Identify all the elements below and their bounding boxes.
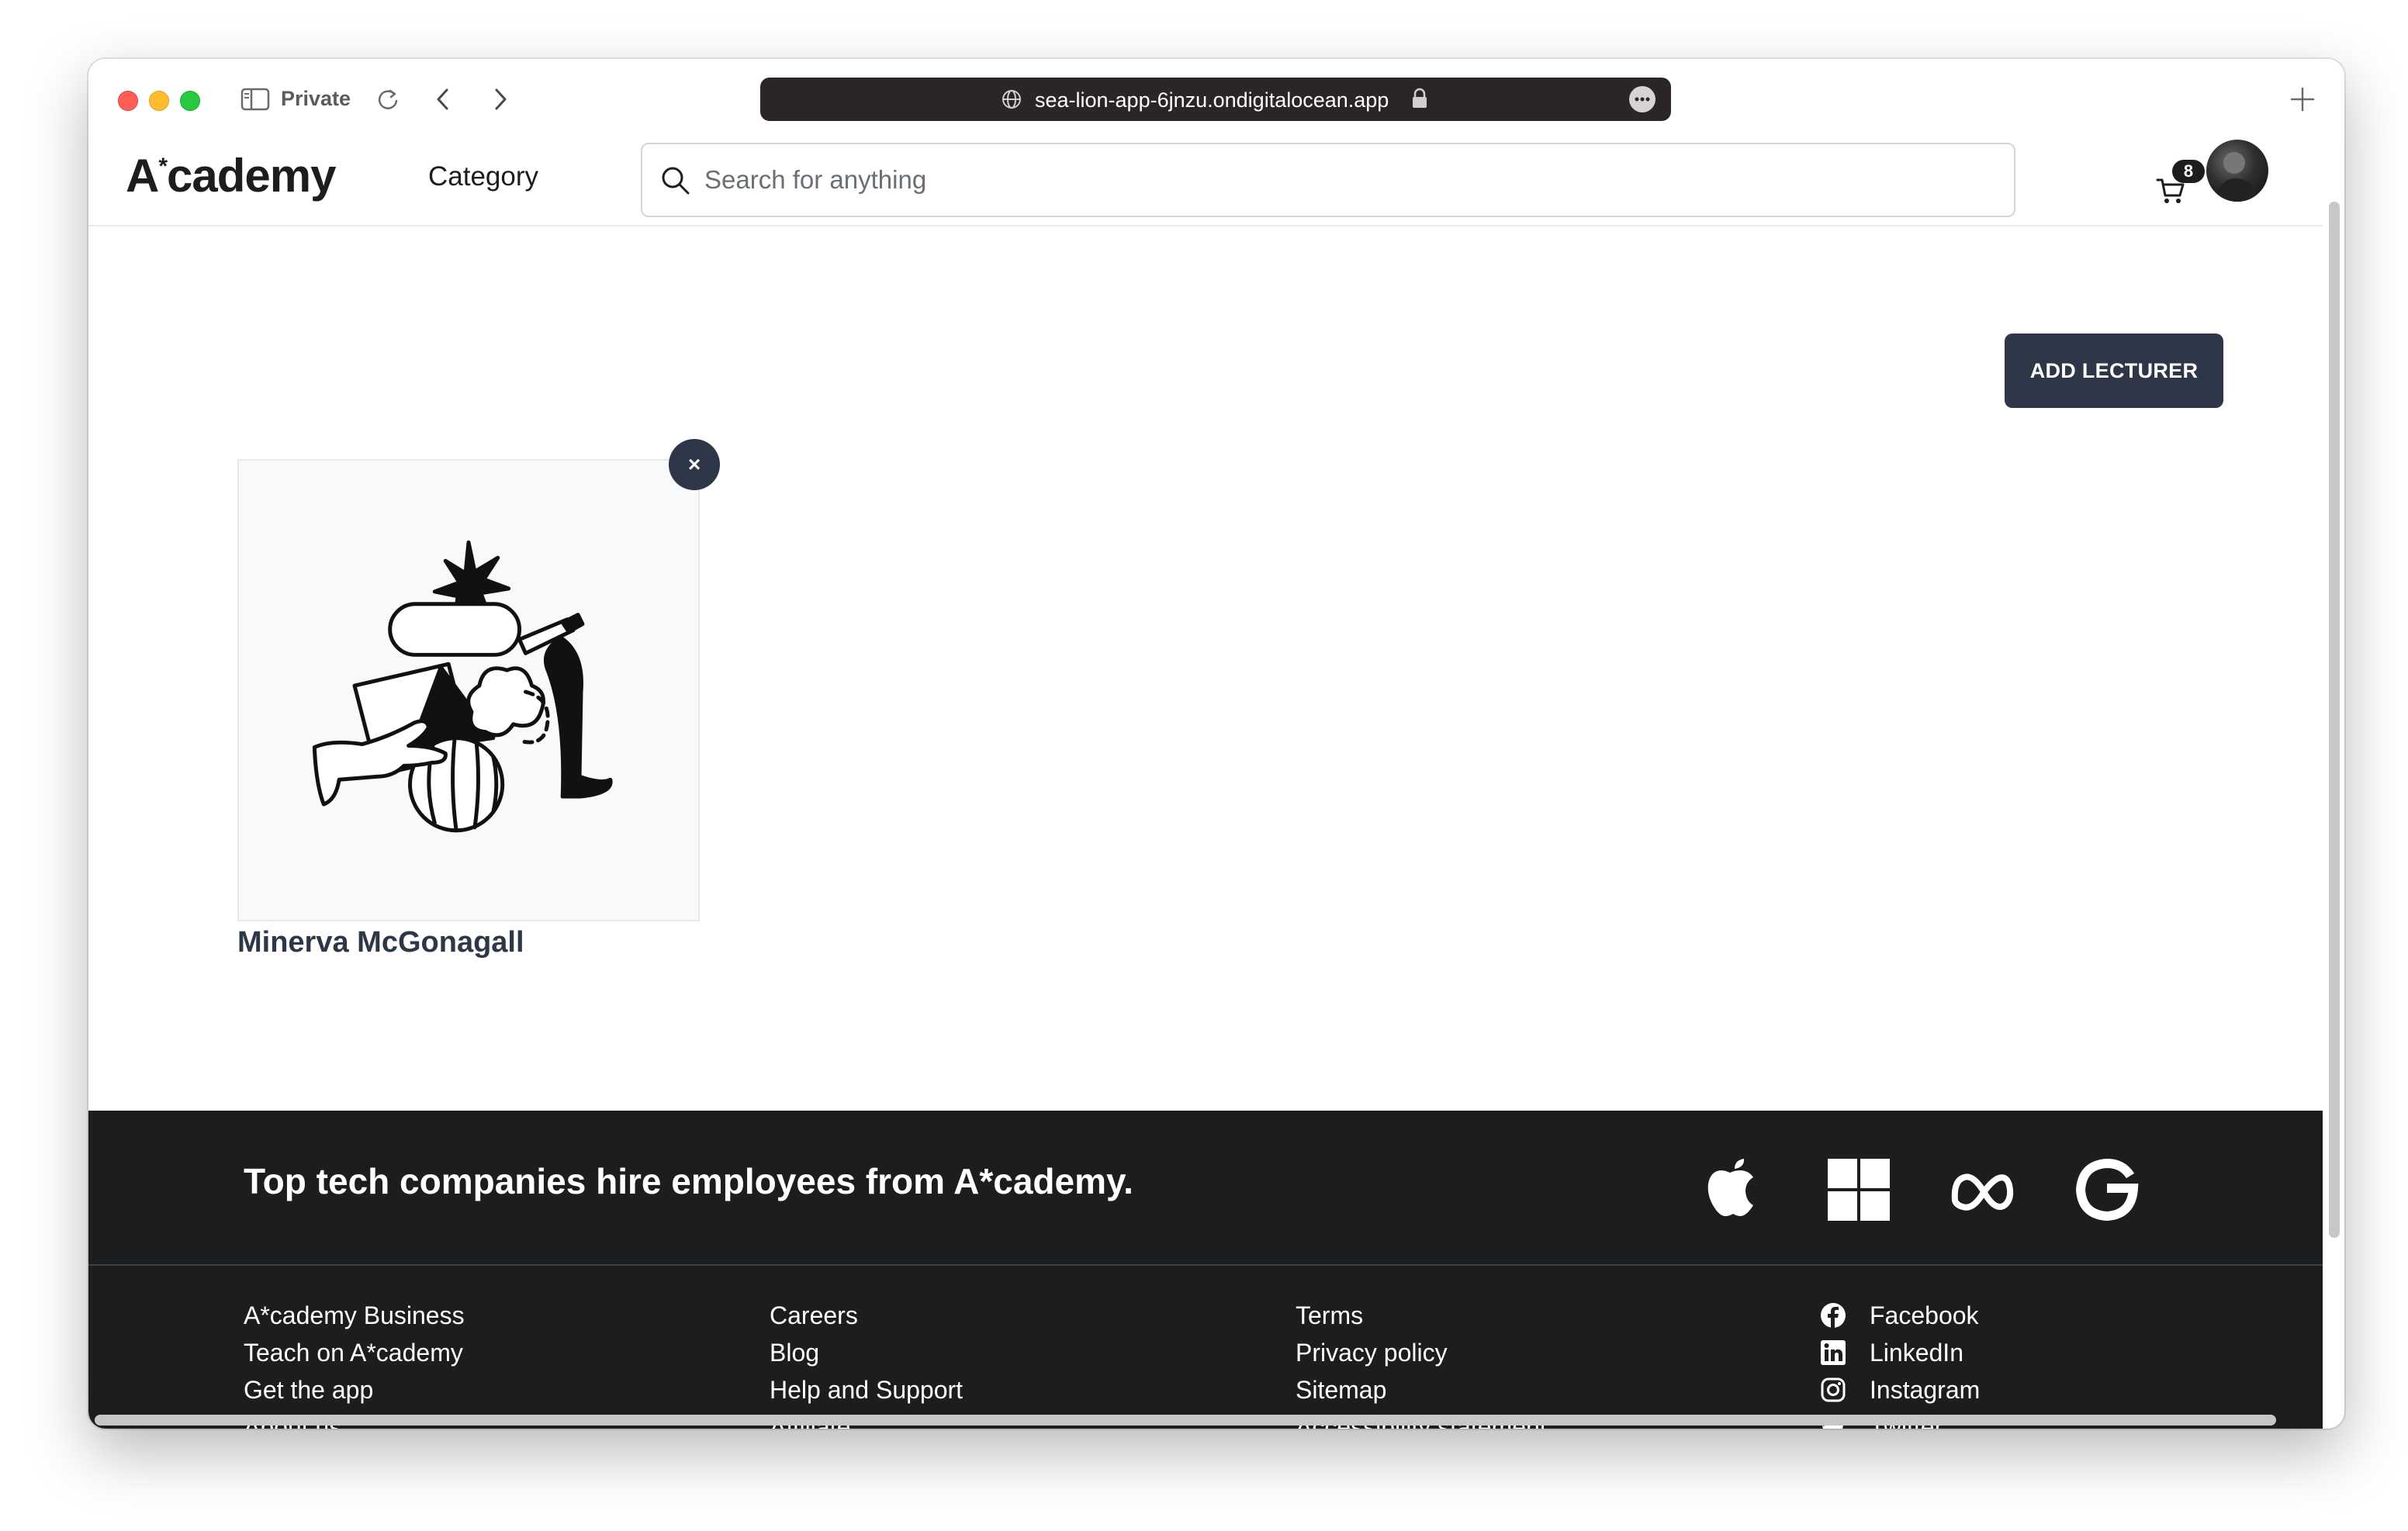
cart-count-badge: 8	[2172, 160, 2205, 183]
user-avatar[interactable]	[2206, 140, 2268, 202]
private-browsing-label: Private	[281, 87, 351, 110]
browser-titlebar: Private sea-lion-app-6jnzu.ondigitalocea…	[88, 59, 2344, 140]
cart-button[interactable]: 8	[2146, 157, 2208, 211]
footer-link[interactable]: Sitemap	[1296, 1371, 1547, 1408]
remove-lecturer-button[interactable]: ×	[669, 439, 720, 490]
add-lecturer-button[interactable]: ADD LECTURER	[2005, 334, 2223, 408]
more-options-icon[interactable]	[1629, 86, 1656, 112]
lecturer-name[interactable]: Minerva McGonagall	[237, 926, 524, 959]
horizontal-scrollbar[interactable]	[95, 1415, 2276, 1426]
vertical-scrollbar[interactable]	[2329, 202, 2340, 1238]
category-menu-link[interactable]: Category	[428, 161, 538, 192]
close-window-button[interactable]	[118, 91, 138, 111]
footer-link[interactable]: Get the app	[244, 1371, 465, 1408]
footer-link[interactable]: Teach on A*cademy	[244, 1334, 465, 1371]
reload-icon[interactable]	[374, 85, 402, 113]
lock-icon	[1413, 88, 1427, 108]
social-link-instagram[interactable]: Instagram	[1820, 1371, 1980, 1408]
footer-column-2: Careers Blog Help and Support Affiliate	[770, 1297, 963, 1429]
microsoft-icon	[1828, 1159, 1890, 1221]
footer-column-1: A*cademy Business Teach on A*cademy Get …	[244, 1297, 465, 1429]
web-page: A*cademy Category 8	[88, 140, 2323, 1429]
footer-link[interactable]: Terms	[1296, 1297, 1547, 1334]
linkedin-icon	[1821, 1340, 1846, 1365]
minimize-window-button[interactable]	[149, 91, 169, 111]
footer-link[interactable]: Help and Support	[770, 1371, 963, 1408]
new-tab-plus-icon[interactable]	[2287, 84, 2318, 115]
footer-link[interactable]: A*cademy Business	[244, 1297, 465, 1334]
footer-headline: Top tech companies hire employees from A…	[244, 1161, 1133, 1201]
search-input[interactable]	[704, 144, 1992, 216]
zoom-window-button[interactable]	[180, 91, 200, 111]
social-link-facebook[interactable]: Facebook	[1820, 1297, 1980, 1334]
site-header: A*cademy Category 8	[88, 140, 2323, 226]
footer-column-3: Terms Privacy policy Sitemap Accessibili…	[1296, 1297, 1547, 1429]
sidebar-toggle-icon[interactable]	[240, 87, 270, 112]
back-arrow-icon[interactable]	[430, 85, 458, 113]
footer-companies-banner: Top tech companies hire employees from A…	[88, 1111, 2323, 1266]
browser-window: Private sea-lion-app-6jnzu.ondigitalocea…	[88, 59, 2344, 1429]
footer-social-column: Facebook LinkedIn Instagram	[1820, 1297, 1980, 1429]
meta-icon	[1951, 1173, 2014, 1211]
forward-arrow-icon[interactable]	[486, 85, 514, 113]
footer-links: A*cademy Business Teach on A*cademy Get …	[88, 1266, 2323, 1429]
footer-link[interactable]: Blog	[770, 1334, 963, 1371]
footer-link[interactable]: Privacy policy	[1296, 1334, 1547, 1371]
globe-icon	[1002, 90, 1021, 109]
google-icon	[2075, 1158, 2139, 1222]
search-box[interactable]	[641, 143, 2015, 217]
search-icon	[662, 167, 690, 195]
lecturer-illustration	[237, 459, 700, 921]
instagram-icon	[1821, 1377, 1846, 1402]
address-bar[interactable]: sea-lion-app-6jnzu.ondigitalocean.app	[760, 78, 1671, 121]
site-logo[interactable]: A*cademy	[126, 149, 337, 202]
url-text: sea-lion-app-6jnzu.ondigitalocean.app	[1035, 88, 1389, 112]
footer-link[interactable]: Careers	[770, 1297, 963, 1334]
social-link-linkedin[interactable]: LinkedIn	[1820, 1334, 1980, 1371]
apple-icon	[1707, 1159, 1753, 1216]
facebook-icon	[1821, 1303, 1846, 1328]
